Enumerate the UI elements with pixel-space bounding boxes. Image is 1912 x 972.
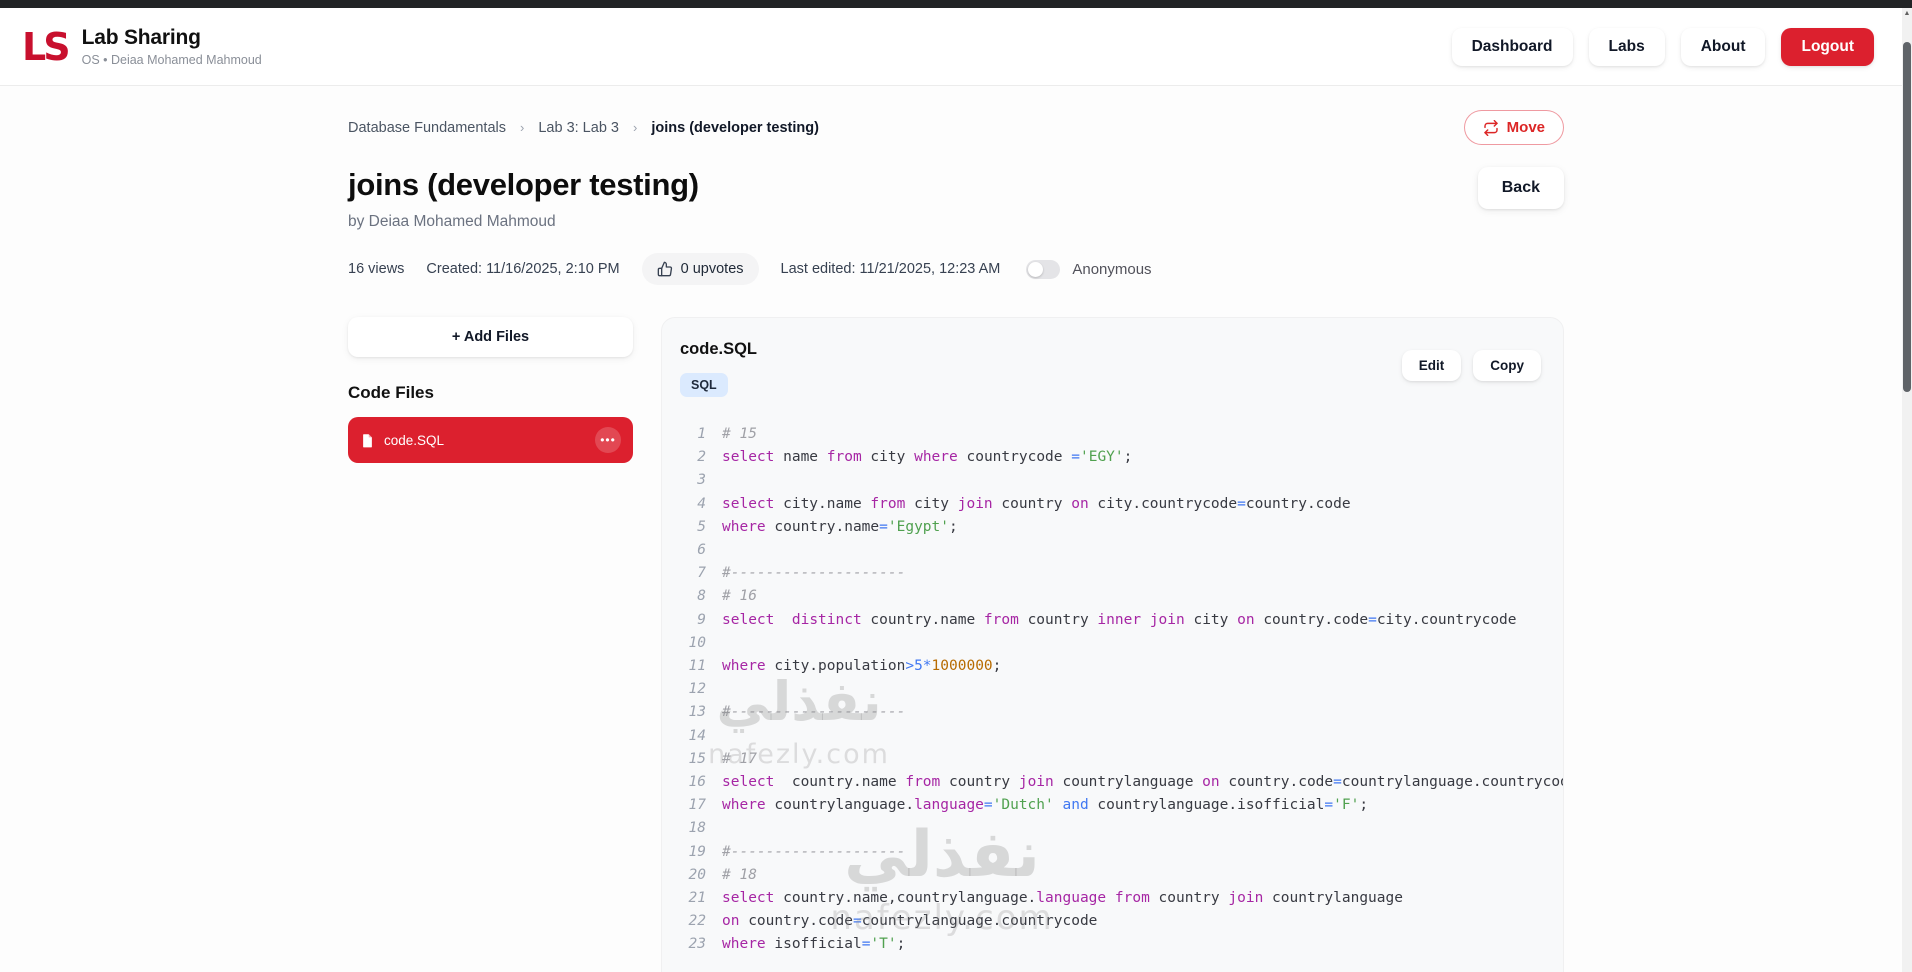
scroll-up-icon[interactable]: ▲	[1902, 10, 1912, 17]
scrollbar-thumb[interactable]	[1903, 42, 1911, 392]
nav-dashboard-button[interactable]: Dashboard	[1451, 27, 1573, 66]
chevron-right-icon: ›	[632, 120, 638, 135]
move-button[interactable]: Move	[1463, 110, 1564, 145]
code-line: 10	[688, 634, 706, 651]
anonymous-toggle-group: Anonymous	[1026, 259, 1152, 279]
app-title: Lab Sharing	[81, 26, 201, 49]
code-viewer-panel: code.SQL SQL Edit Copy 1 # 15 2 select name…	[661, 317, 1564, 972]
anonymous-toggle[interactable]	[1026, 259, 1061, 279]
logout-button[interactable]: Logout	[1781, 27, 1874, 66]
breadcrumb-current: joins (developer testing)	[651, 119, 819, 136]
code-line: 4 select city.name from city join country…	[697, 495, 1351, 512]
code-line: 6	[697, 542, 706, 559]
add-files-button[interactable]: + Add Files	[348, 317, 633, 357]
chevron-right-icon: ›	[520, 120, 525, 135]
page-title: joins (developer testing)	[348, 167, 699, 202]
code-line: 2 select name from city where countrycode…	[697, 449, 1133, 466]
code-block[interactable]: 1 # 15 2 select name from city where countr…	[680, 423, 1563, 957]
files-sidebar: + Add Files Code Files code.SQL •••	[348, 317, 633, 463]
title-row: joins (developer testing) by Deiaa Moham…	[348, 167, 1564, 231]
swap-arrows-icon	[1483, 119, 1499, 136]
viewer-header: code.SQL SQL Edit Copy	[680, 340, 1563, 397]
breadcrumb-row: Database Fundamentals › Lab 3: Lab 3 › j…	[348, 110, 1564, 145]
app-header: LS Lab Sharing OS • Deiaa Mohamed Mahmou…	[0, 8, 1912, 86]
file-icon	[360, 433, 375, 448]
app-subtitle: OS • Deiaa Mohamed Mahmoud	[81, 53, 262, 67]
code-line: 8 # 16	[697, 588, 757, 605]
code-line: 11 where city.population>5*1000000;	[688, 658, 1002, 675]
code-line: 13 #--------------------	[688, 704, 906, 721]
code-line: 3	[697, 472, 706, 489]
page-container: Database Fundamentals › Lab 3: Lab 3 › j…	[348, 86, 1564, 972]
code-line: 20 # 18	[688, 866, 757, 883]
top-nav: Dashboard Labs About Logout	[1451, 27, 1874, 66]
code-line: 1 # 15	[697, 426, 757, 442]
code-line: 22 on country.code=countrylanguage.countr…	[688, 913, 1098, 930]
nav-labs-button[interactable]: Labs	[1588, 27, 1665, 66]
code-line: 18	[688, 820, 706, 837]
code-line: 17 where countrylanguage.language='Dutch'…	[688, 797, 1369, 814]
code-line: 21 select country.name,countrylanguage.la…	[688, 890, 1403, 907]
last-edited-timestamp: Last edited: 11/21/2025, 12:23 AM	[780, 261, 1001, 277]
viewer-actions: Edit Copy	[1401, 350, 1541, 381]
thumbs-up-icon	[657, 261, 673, 277]
language-badge: SQL	[680, 373, 728, 397]
code-line: 15 # 17	[688, 750, 757, 767]
breadcrumb-lab[interactable]: Lab 3: Lab 3	[538, 120, 619, 136]
top-dark-bar	[0, 0, 1912, 8]
breadcrumb-course[interactable]: Database Fundamentals	[348, 120, 506, 136]
page-scrollbar[interactable]: ▲	[1902, 8, 1912, 972]
stats-row: 16 views Created: 11/16/2025, 2:10 PM 0 …	[348, 253, 1564, 285]
code-line: 23 where isofficial='T';	[688, 936, 906, 953]
code-line: 5 where country.name='Egypt';	[697, 518, 958, 535]
move-button-label: Move	[1506, 119, 1545, 136]
author-byline: by Deiaa Mohamed Mahmoud	[348, 213, 556, 230]
anonymous-label: Anonymous	[1072, 260, 1152, 278]
code-line: 7 #--------------------	[697, 565, 906, 582]
upvote-count-label: 0 upvotes	[680, 261, 744, 277]
code-files-heading: Code Files	[348, 383, 434, 402]
created-timestamp: Created: 11/16/2025, 2:10 PM	[426, 261, 620, 277]
edit-button[interactable]: Edit	[1401, 350, 1462, 381]
code-line: 19 #--------------------	[688, 843, 906, 860]
file-options-button[interactable]: •••	[595, 427, 621, 453]
brand-text: Lab Sharing OS • Deiaa Mohamed Mahmoud	[82, 26, 262, 67]
views-count: 16 views	[348, 261, 405, 277]
breadcrumb: Database Fundamentals › Lab 3: Lab 3 › j…	[348, 120, 819, 136]
file-item-code-sql[interactable]: code.SQL •••	[348, 417, 633, 463]
code-line: 9 select distinct country.name from count…	[697, 611, 1517, 628]
copy-button[interactable]: Copy	[1473, 350, 1541, 381]
code-line: 16 select country.name from country join …	[688, 774, 1564, 791]
code-line: 14	[688, 727, 706, 744]
back-button[interactable]: Back	[1477, 167, 1564, 209]
upvote-button[interactable]: 0 upvotes	[641, 253, 759, 285]
toggle-knob	[1028, 261, 1044, 277]
nav-about-button[interactable]: About	[1680, 27, 1766, 66]
code-line: 12	[688, 681, 706, 698]
app-logo[interactable]: LS	[22, 28, 71, 66]
content-row: + Add Files Code Files code.SQL ••• code…	[348, 317, 1564, 972]
file-name-label: code.SQL	[384, 432, 445, 448]
ellipsis-icon: •••	[600, 433, 616, 447]
